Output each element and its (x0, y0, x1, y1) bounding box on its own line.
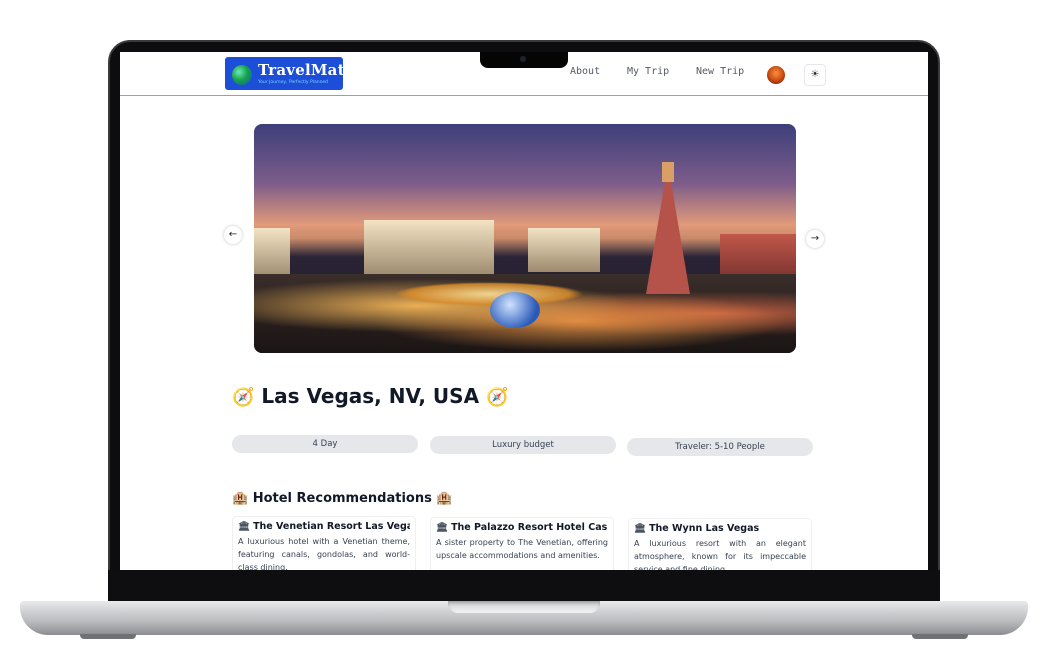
trip-days-badge: 4 Day (232, 435, 418, 453)
carousel-next-button[interactable]: → (806, 230, 824, 248)
camera-icon (520, 56, 526, 62)
compass-icon: 🧭 (232, 387, 255, 408)
app-screen: TravelMate Your Journey, Perfectly Plann… (120, 52, 928, 570)
hotel-description: A luxurious resort with an elegant atmos… (634, 539, 806, 570)
laptop-foot (912, 634, 968, 639)
travelmate-logo[interactable]: TravelMate Your Journey, Perfectly Plann… (225, 57, 354, 90)
trip-travelers-badge: Traveler: 5-10 People (627, 438, 813, 456)
hotel-icon: 🏛 (634, 523, 647, 534)
user-avatar[interactable] (767, 66, 785, 84)
carousel-prev-button[interactable]: ← (224, 226, 242, 244)
destination-hero-image (254, 124, 796, 353)
hotel-name-text: The Palazzo Resort Hotel Casino (451, 522, 608, 533)
laptop-foot (80, 634, 136, 639)
hotel-icon: 🏛 (436, 522, 449, 533)
hotel-card[interactable]: 🏛 The Venetian Resort Las Vegas A luxurio… (232, 516, 416, 570)
destination-name: Las Vegas, NV, USA (261, 384, 480, 408)
logo-title: TravelMate (258, 61, 355, 79)
laptop-bezel-bottom (108, 570, 940, 602)
hotel-name-text: The Venetian Resort Las Vegas (253, 521, 410, 532)
hotel-name: 🏛 The Palazzo Resort Hotel Casino (436, 522, 608, 533)
hotel-name-text: The Wynn Las Vegas (649, 523, 760, 534)
hotel-card[interactable]: 🏛 The Palazzo Resort Hotel Casino A siste… (430, 517, 614, 570)
laptop-opening-groove (448, 601, 600, 613)
nav-about-link[interactable]: About (570, 66, 600, 77)
logo-tagline: Your Journey, Perfectly Planned (258, 80, 329, 85)
hotel-description: A luxurious hotel with a Venetian theme,… (238, 537, 410, 570)
theme-toggle-button[interactable]: ☀ (804, 64, 826, 86)
globe-icon (232, 65, 252, 85)
hotel-card[interactable]: 🏛 The Wynn Las Vegas A luxurious resort w… (628, 518, 812, 570)
hotel-recommendations-heading: 🏨 Hotel Recommendations 🏨 (232, 491, 453, 506)
nav-new-trip-link[interactable]: New Trip (696, 66, 744, 77)
destination-title: 🧭 Las Vegas, NV, USA 🧭 (232, 384, 508, 408)
hotel-name: 🏛 The Venetian Resort Las Vegas (238, 521, 410, 532)
sun-icon: ☀ (810, 69, 820, 80)
trip-budget-badge: Luxury budget (430, 436, 616, 454)
camera-notch (480, 52, 568, 68)
hotel-icon: 🏛 (238, 521, 251, 532)
compass-icon: 🧭 (486, 387, 509, 408)
hotel-name: 🏛 The Wynn Las Vegas (634, 523, 806, 534)
nav-my-trip-link[interactable]: My Trip (627, 66, 669, 77)
hotel-description: A sister property to The Venetian, offer… (436, 538, 608, 560)
